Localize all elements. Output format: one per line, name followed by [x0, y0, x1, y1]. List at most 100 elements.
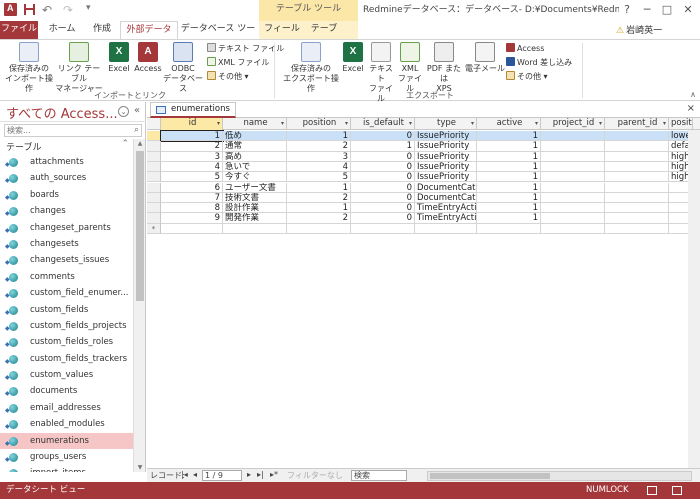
table-cell[interactable]: [541, 141, 605, 152]
table-cell[interactable]: 1: [477, 161, 541, 173]
column-filter-dropdown-icon[interactable]: ▾: [663, 118, 666, 129]
table-cell[interactable]: [541, 203, 605, 214]
row-selector[interactable]: [147, 151, 161, 162]
nav-table-item[interactable]: ◆ custom_fields: [0, 302, 133, 318]
row-selector[interactable]: *: [147, 223, 161, 234]
nav-table-item[interactable]: ◆ comments: [0, 269, 133, 285]
column-header[interactable]: position ▾: [287, 118, 351, 130]
table-cell[interactable]: [541, 182, 605, 193]
search-icon[interactable]: ⌕: [134, 125, 139, 135]
table-cell[interactable]: 0: [351, 213, 415, 224]
tab-database-tools[interactable]: データベース ツール: [180, 21, 256, 51]
close-document-icon[interactable]: ×: [687, 103, 695, 114]
collapse-ribbon-icon[interactable]: ∧: [690, 90, 696, 99]
table-cell[interactable]: 0: [351, 151, 415, 162]
column-filter-dropdown-icon[interactable]: ▾: [599, 118, 602, 129]
current-record-field[interactable]: 1 / 9: [202, 470, 242, 481]
column-header[interactable]: type ▾: [415, 118, 477, 130]
table-cell[interactable]: 開発作業: [223, 213, 287, 224]
nav-table-item[interactable]: ◆ documents: [0, 383, 133, 399]
table-cell[interactable]: 4: [287, 161, 351, 173]
tab-file[interactable]: ファイル: [0, 21, 38, 39]
table-cell[interactable]: [541, 192, 605, 204]
access-app-icon[interactable]: [4, 3, 17, 16]
customize-quick-access-icon[interactable]: ▾: [86, 3, 99, 16]
table-cell[interactable]: 2: [287, 213, 351, 224]
export-more-button[interactable]: その他 ▾: [506, 71, 548, 83]
row-selector[interactable]: [147, 161, 161, 173]
import-text-file-button[interactable]: テキスト ファイル: [207, 43, 284, 55]
column-header[interactable]: id ▾: [161, 118, 223, 130]
nav-table-item[interactable]: ◆ custom_values: [0, 367, 133, 383]
table-cell[interactable]: 0: [351, 182, 415, 193]
table-cell[interactable]: 1: [477, 213, 541, 224]
document-tab-enumerations[interactable]: enumerations: [150, 102, 236, 118]
nav-scrollbar[interactable]: ▲ ▼: [133, 139, 145, 472]
close-button[interactable]: ✕: [678, 0, 698, 21]
nav-scroll-thumb[interactable]: [136, 151, 144, 301]
nav-table-item[interactable]: ◆ changes: [0, 203, 133, 219]
nav-group-tables[interactable]: テーブル ⌃: [0, 139, 133, 153]
column-header[interactable]: parent_id ▾: [605, 118, 669, 130]
table-cell[interactable]: TimeEntryActi: [415, 213, 477, 224]
table-cell[interactable]: TimeEntryActi: [415, 203, 477, 214]
chevron-up-icon[interactable]: ⌃: [121, 139, 129, 149]
table-cell[interactable]: 9: [161, 213, 223, 224]
table-cell[interactable]: 1: [287, 131, 351, 142]
nav-table-item[interactable]: ◆ boards: [0, 187, 133, 203]
table-cell[interactable]: 8: [161, 203, 223, 214]
import-access-button[interactable]: A Access: [133, 42, 163, 74]
row-selector[interactable]: [147, 192, 161, 204]
table-cell[interactable]: ユーザー文書: [223, 182, 287, 193]
column-filter-dropdown-icon[interactable]: ▾: [281, 118, 284, 129]
table-cell[interactable]: 3: [287, 151, 351, 162]
tab-create[interactable]: 作成: [86, 21, 118, 39]
nav-table-item[interactable]: ◆ custom_fields_projects: [0, 318, 133, 334]
table-cell[interactable]: 1: [477, 192, 541, 204]
column-filter-dropdown-icon[interactable]: ▾: [535, 118, 538, 129]
table-cell[interactable]: 高め: [223, 151, 287, 162]
table-cell[interactable]: 低め: [223, 131, 287, 142]
design-view-icon[interactable]: [672, 486, 682, 495]
table-cell[interactable]: 急いで: [223, 161, 287, 173]
table-cell[interactable]: 通常: [223, 141, 287, 152]
column-filter-dropdown-icon[interactable]: ▾: [217, 118, 220, 129]
table-cell[interactable]: [605, 223, 669, 234]
import-xml-file-button[interactable]: XML ファイル: [207, 57, 269, 69]
table-cell[interactable]: [541, 131, 605, 142]
table-row[interactable]: 6 ユーザー文書 1 0 DocumentCate 1: [147, 182, 700, 193]
table-cell[interactable]: 1: [477, 151, 541, 162]
table-cell[interactable]: 7: [161, 192, 223, 204]
table-cell[interactable]: 1: [477, 141, 541, 152]
column-filter-dropdown-icon[interactable]: ▾: [409, 118, 412, 129]
tab-home[interactable]: ホーム: [43, 21, 81, 39]
nav-menu-dropdown-icon[interactable]: ⌄: [118, 106, 129, 117]
table-cell[interactable]: 0: [351, 192, 415, 204]
column-header[interactable]: positi: [669, 118, 693, 130]
nav-table-item[interactable]: ◆ custom_fields_trackers: [0, 351, 133, 367]
select-all-corner[interactable]: [147, 118, 161, 130]
table-cell[interactable]: [477, 223, 541, 234]
tab-table[interactable]: テーブル: [307, 21, 341, 51]
table-cell[interactable]: 1: [160, 129, 224, 143]
table-cell[interactable]: DocumentCate: [415, 182, 477, 193]
export-email-button[interactable]: 電子メール: [465, 42, 505, 74]
next-record-icon[interactable]: ▸: [247, 470, 251, 479]
table-cell[interactable]: 1: [287, 182, 351, 193]
export-access-button[interactable]: Access: [506, 43, 544, 55]
previous-record-icon[interactable]: ◂: [193, 470, 197, 479]
table-cell[interactable]: [605, 182, 669, 193]
table-row[interactable]: 5 今すぐ 5 0 IssuePriority 1 highe: [147, 172, 700, 183]
table-cell[interactable]: 1: [477, 203, 541, 214]
table-cell[interactable]: [541, 172, 605, 183]
table-cell[interactable]: 6: [161, 182, 223, 193]
datasheet-horizontal-scrollbar[interactable]: [427, 471, 692, 481]
table-cell[interactable]: 3: [161, 151, 223, 162]
table-cell[interactable]: DocumentCate: [415, 192, 477, 204]
linked-table-manager-button[interactable]: リンク テーブル マネージャー: [54, 42, 104, 94]
table-cell[interactable]: 0: [351, 131, 415, 142]
new-record-row[interactable]: *: [147, 223, 700, 234]
maximize-button[interactable]: □: [657, 0, 677, 21]
table-row[interactable]: 3 高め 3 0 IssuePriority 1 high3: [147, 151, 700, 162]
table-cell[interactable]: 2: [161, 141, 223, 152]
